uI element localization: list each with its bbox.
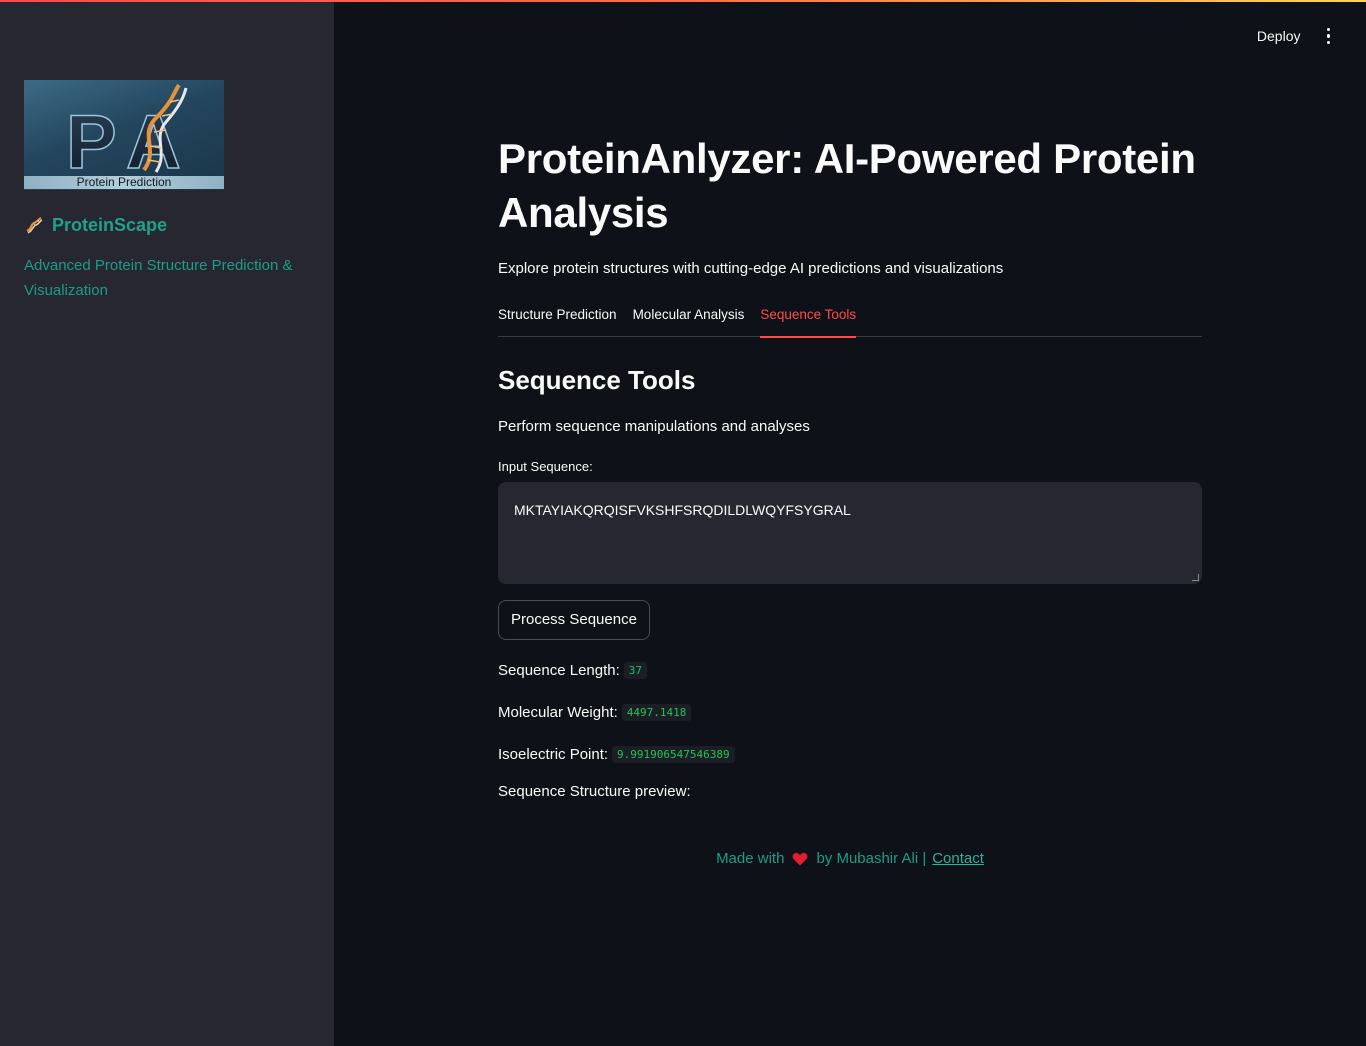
- sequence-length-label: Sequence Length:: [498, 661, 620, 679]
- page-title: ProteinAnlyzer: AI-Powered Protein Analy…: [498, 135, 1196, 236]
- dna-icon: [26, 217, 43, 234]
- molecular-weight-value: 4497.1418: [621, 703, 692, 721]
- sidebar-tagline: Advanced Protein Structure Prediction & …: [24, 257, 293, 299]
- brand-name: ProteinScape: [52, 214, 168, 235]
- isoelectric-point-row: Isoelectric Point: 9.991906547546389: [498, 742, 1202, 766]
- footer-by-text: by Mubashir Ali |: [816, 850, 927, 867]
- footer: Made with by Mubashir Ali | Contact: [498, 850, 1202, 867]
- process-sequence-button[interactable]: Process Sequence: [498, 600, 650, 640]
- kebab-menu-icon[interactable]: [1321, 26, 1337, 47]
- footer-made-with: Made with: [716, 850, 785, 867]
- sidebar: P A Protein Prediction ProteinScape Adva…: [0, 0, 334, 1046]
- resize-handle-icon[interactable]: [1192, 574, 1199, 581]
- sequence-length-value: 37: [623, 661, 648, 679]
- tab-structure-prediction[interactable]: Structure Prediction: [498, 307, 617, 337]
- structure-preview-label: Sequence Structure preview:: [498, 783, 691, 800]
- header-actions: Deploy: [1257, 26, 1336, 46]
- logo-graphic: P A: [65, 83, 188, 186]
- main-content: ProteinAnlyzer: AI-Powered Protein Analy…: [498, 132, 1202, 867]
- input-sequence-label: Input Sequence:: [498, 459, 593, 474]
- isoelectric-point-label: Isoelectric Point:: [498, 745, 609, 763]
- app-logo: P A Protein Prediction: [24, 80, 224, 190]
- logo-caption: Protein Prediction: [24, 176, 224, 189]
- page-subtitle: Explore protein structures with cutting-…: [498, 260, 1004, 277]
- sequence-length-row: Sequence Length: 37: [498, 658, 1202, 682]
- brand-title: ProteinScape: [24, 214, 167, 236]
- deploy-button[interactable]: Deploy: [1257, 28, 1301, 44]
- heart-icon: [792, 852, 808, 865]
- sequence-textarea-value: MKTAYIAKQRQISFVKSHFSRQDILDLWQYFSYGRAL: [514, 502, 851, 518]
- top-decoration-bar: [0, 0, 1366, 2]
- tab-sequence-tools[interactable]: Sequence Tools: [760, 307, 856, 338]
- isoelectric-point-value: 9.991906547546389: [612, 745, 735, 763]
- molecular-weight-row: Molecular Weight: 4497.1418: [498, 700, 1202, 724]
- molecular-weight-label: Molecular Weight:: [498, 703, 618, 721]
- section-title: Sequence Tools: [498, 365, 696, 395]
- tab-molecular-analysis[interactable]: Molecular Analysis: [633, 307, 745, 337]
- sequence-textarea[interactable]: MKTAYIAKQRQISFVKSHFSRQDILDLWQYFSYGRAL: [498, 482, 1202, 584]
- contact-link[interactable]: Contact: [932, 850, 984, 867]
- section-subtitle: Perform sequence manipulations and analy…: [498, 418, 810, 435]
- tab-bar: Structure Prediction Molecular Analysis …: [498, 307, 1202, 338]
- svg-text:P: P: [66, 100, 117, 185]
